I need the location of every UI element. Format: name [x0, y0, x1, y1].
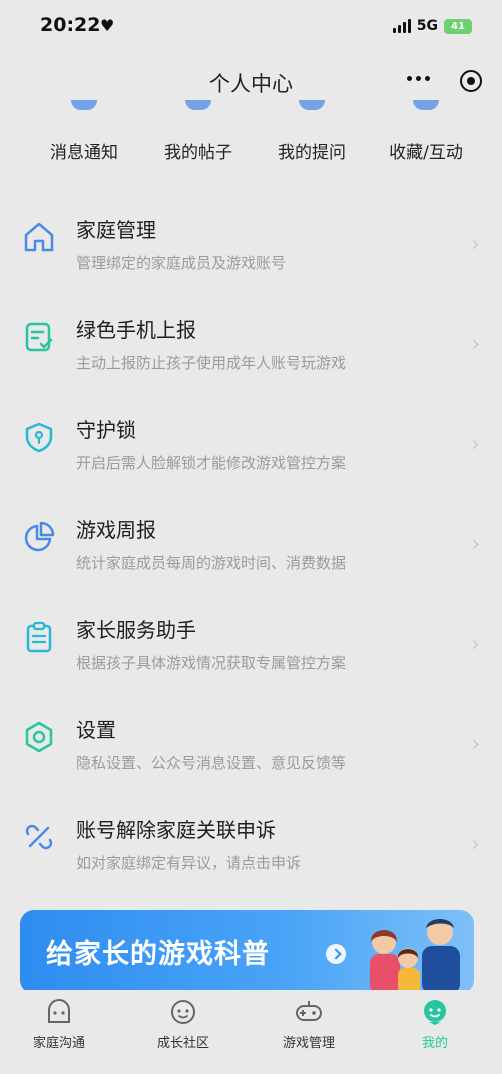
quick-link-label: 消息通知 [50, 143, 118, 163]
game-education-banner[interactable]: 给家长的游戏科普 [20, 910, 474, 994]
settings-hexagon-icon [25, 721, 53, 753]
menu-item-title: 绿色手机上报 [76, 318, 196, 342]
network-type: 5G [416, 18, 438, 34]
menu-item-desc: 主动上报防止孩子使用成年人账号玩游戏 [76, 354, 347, 372]
quick-link-my-questions[interactable]: 我的提问 [252, 100, 372, 163]
page-title: 个人中心 [209, 72, 293, 96]
menu-item-desc: 开启后需人脸解锁才能修改游戏管控方案 [76, 454, 347, 472]
battery-icon: 41 [444, 18, 472, 34]
favorites-icon [413, 100, 439, 110]
questions-icon [299, 100, 325, 110]
menu-item-desc: 隐私设置、公众号消息设置、意见反馈等 [76, 754, 347, 772]
chevron-right-icon: › [471, 232, 480, 257]
chevron-right-icon: › [471, 732, 480, 757]
tab-family-chat[interactable]: 家庭沟通 [4, 990, 114, 1051]
menu-item-title: 家长服务助手 [76, 618, 196, 642]
arrow-right-circle-icon [326, 944, 346, 964]
chevron-right-icon: › [471, 532, 480, 557]
menu-item-desc: 如对家庭绑定有异议，请点击申诉 [76, 854, 302, 872]
menu-item-green-phone-report[interactable]: 绿色手机上报 主动上报防止孩子使用成年人账号玩游戏 › [0, 298, 502, 388]
menu-item-settings[interactable]: 设置 隐私设置、公众号消息设置、意见反馈等 › [0, 698, 502, 788]
profile-icon [424, 1000, 446, 1025]
menu-item-title: 游戏周报 [76, 518, 156, 542]
posts-icon [185, 100, 211, 110]
more-options-icon[interactable] [407, 76, 430, 81]
quick-link-label: 收藏/互动 [389, 143, 463, 163]
status-indicators: 5G 41 [392, 18, 472, 34]
report-doc-icon [25, 322, 53, 352]
tab-label: 家庭沟通 [32, 1036, 85, 1051]
menu-item-title: 账号解除家庭关联申诉 [76, 818, 276, 842]
home-icon [24, 222, 54, 252]
status-time: 20:22 [40, 14, 101, 36]
tab-label: 游戏管理 [282, 1036, 335, 1051]
menu-item-guardian-lock[interactable]: 守护锁 开启后需人脸解锁才能修改游戏管控方案 › [0, 398, 502, 488]
heart-icon: ♥ [100, 16, 115, 35]
quick-link-my-posts[interactable]: 我的帖子 [138, 100, 258, 163]
quick-link-label: 我的帖子 [164, 143, 232, 163]
quick-link-notifications[interactable]: 消息通知 [24, 100, 144, 163]
menu-item-desc: 根据孩子具体游戏情况获取专属管控方案 [76, 654, 347, 672]
banner-text: 给家长的游戏科普 [46, 939, 270, 970]
tab-game-management[interactable]: 游戏管理 [254, 990, 364, 1051]
quick-links: 消息通知 我的帖子 我的提问 收藏/互动 [0, 100, 502, 180]
quick-link-label: 我的提问 [278, 143, 346, 163]
menu-item-title: 守护锁 [76, 418, 136, 442]
quick-link-favorites[interactable]: 收藏/互动 [366, 100, 486, 163]
status-bar: 20:22 ♥ 5G 41 [0, 0, 502, 52]
tab-label: 成长社区 [156, 1036, 209, 1051]
menu-item-family-management[interactable]: 家庭管理 管理绑定的家庭成员及游戏账号 › [0, 198, 502, 288]
unlink-icon [25, 824, 53, 850]
notification-icon [71, 100, 97, 110]
tab-mine[interactable]: 我的 [380, 990, 490, 1051]
menu-item-parent-assistant[interactable]: 家长服务助手 根据孩子具体游戏情况获取专属管控方案 › [0, 598, 502, 688]
tab-label: 我的 [421, 1036, 448, 1051]
battery-level: 41 [451, 20, 465, 32]
signal-icon [392, 19, 411, 33]
close-miniprogram-icon[interactable] [460, 70, 482, 92]
pie-chart-icon [24, 521, 55, 552]
clipboard-icon [26, 621, 52, 653]
menu-item-desc: 管理绑定的家庭成员及游戏账号 [76, 254, 287, 272]
menu-item-weekly-report[interactable]: 游戏周报 统计家庭成员每周的游戏时间、消费数据 › [0, 498, 502, 588]
chevron-right-icon: › [471, 332, 480, 357]
menu-item-title: 设置 [76, 718, 116, 742]
community-face-icon [171, 1000, 195, 1024]
menu-item-desc: 统计家庭成员每周的游戏时间、消费数据 [76, 554, 347, 572]
title-bar: 个人中心 [0, 62, 502, 102]
tab-growth-community[interactable]: 成长社区 [128, 990, 238, 1051]
bottom-tab-bar: 家庭沟通 成长社区 游戏管理 我的 [0, 990, 502, 1074]
chevron-right-icon: › [471, 832, 480, 857]
menu-item-unlink-appeal[interactable]: 账号解除家庭关联申诉 如对家庭绑定有异议，请点击申诉 › [0, 798, 502, 888]
family-illustration [370, 919, 460, 994]
shield-lock-icon [25, 422, 53, 453]
chat-face-icon [48, 999, 70, 1023]
chevron-right-icon: › [471, 632, 480, 657]
gamepad-icon [296, 1001, 322, 1021]
chevron-right-icon: › [471, 432, 480, 457]
menu-item-title: 家庭管理 [76, 218, 156, 242]
